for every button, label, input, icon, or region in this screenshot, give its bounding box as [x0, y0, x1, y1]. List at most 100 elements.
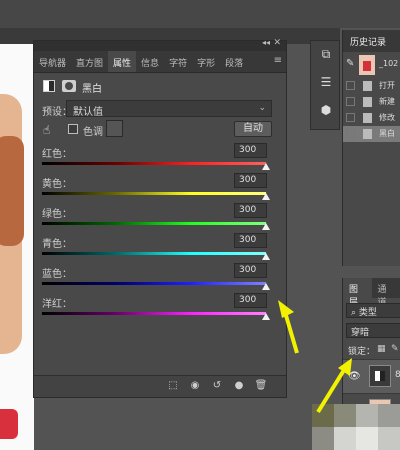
slider-track[interactable]	[42, 222, 266, 225]
layers-tab-0[interactable]: 图层	[343, 278, 372, 308]
history-tab[interactable]: 历史记录	[343, 30, 400, 52]
slider-thumb[interactable]	[262, 253, 270, 260]
photo-swimsuit	[0, 409, 18, 439]
slider-label: 绿色：	[42, 209, 72, 220]
history-panel: 历史记录 ✎ _102 打开新建修改黑白	[342, 30, 400, 266]
visibility-eye-icon[interactable]: ●	[232, 380, 246, 393]
layer-filter-value: 类型	[358, 308, 377, 318]
slider-value-input[interactable]: 300	[234, 143, 267, 158]
slider-thumb[interactable]	[262, 193, 270, 200]
collapse-icon[interactable]: ◂◂	[262, 38, 270, 47]
adjustment-title: 黑白	[82, 84, 102, 95]
view-previous-state-icon[interactable]: ◉	[188, 380, 202, 393]
clip-to-layer-icon[interactable]: ⬚	[166, 380, 180, 393]
blend-mode-row: 穿暗	[343, 321, 400, 341]
document-canvas[interactable]	[0, 44, 34, 450]
close-icon[interactable]: ✕	[273, 38, 281, 48]
slider-thumb[interactable]	[262, 223, 270, 230]
eye-icon[interactable]: 👁	[348, 371, 361, 382]
history-item[interactable]: 打开	[343, 78, 400, 94]
targeted-adjustment-hand-icon[interactable]: ☝	[43, 123, 50, 137]
history-item-label: 黑白	[379, 129, 395, 138]
slider-row: 蓝色： 300	[34, 263, 286, 293]
tint-checkbox[interactable]	[68, 124, 78, 134]
history-panel-icon[interactable]: ⧉	[318, 47, 334, 63]
panel-menu-icon[interactable]: ≡	[270, 51, 286, 72]
slider-row: 绿色： 300	[34, 203, 286, 233]
preset-row: 预设： 默认值 ⌄	[34, 99, 286, 119]
tab-5[interactable]: 字形	[192, 51, 220, 72]
history-item[interactable]: 黑白	[343, 126, 400, 142]
snapshot-thumbnail	[359, 55, 375, 75]
delete-trash-icon[interactable]: 🗑	[254, 380, 268, 393]
history-source-checkbox[interactable]	[346, 97, 355, 106]
history-item-label: 打开	[379, 81, 395, 90]
slider-track[interactable]	[42, 312, 266, 315]
3d-cube-icon[interactable]: ⬢	[318, 103, 334, 119]
slider-value-input[interactable]: 300	[234, 173, 267, 188]
layer-filter-row: ⌕ 类型	[343, 301, 400, 321]
slider-thumb[interactable]	[262, 163, 270, 170]
chevron-down-icon: ⌄	[258, 103, 266, 113]
slider-thumb[interactable]	[262, 283, 270, 290]
history-item-label: 新建	[379, 97, 395, 106]
slider-track[interactable]	[42, 282, 266, 285]
photo-hair	[0, 136, 24, 246]
history-source-checkbox[interactable]	[346, 81, 355, 90]
history-source-checkbox[interactable]	[346, 129, 355, 138]
history-step-icon	[363, 97, 372, 107]
history-snapshot[interactable]: ✎ _102	[343, 52, 400, 78]
slider-value-input[interactable]: 300	[234, 203, 267, 218]
slider-label: 黄色：	[42, 179, 72, 190]
slider-label: 洋红：	[42, 299, 72, 310]
layer-name: 8	[395, 370, 400, 380]
slider-value-input[interactable]: 300	[234, 293, 267, 308]
slider-label: 蓝色：	[42, 269, 72, 280]
layer-row[interactable]: 👁 8	[343, 359, 400, 393]
layer-mask-icon[interactable]	[62, 80, 76, 92]
history-brush-icon: ✎	[346, 58, 355, 69]
properties-panel-icon[interactable]: ☰	[318, 75, 334, 91]
panel-footer: ⬚ ◉ ↺ ● 🗑	[34, 375, 286, 397]
tab-0[interactable]: 导航器	[34, 51, 71, 72]
lock-transparent-pixels-icon[interactable]: ▦	[377, 344, 386, 354]
history-item[interactable]: 修改	[343, 110, 400, 126]
tab-4[interactable]: 字符	[164, 51, 192, 72]
layers-tab-1[interactable]: 通道	[372, 278, 400, 308]
panel-header: ◂◂ ✕	[34, 38, 286, 51]
preset-value: 默认值	[73, 107, 103, 118]
properties-panel: ◂◂ ✕ 导航器 直方图 属性 信息 字符 字形 段落 ≡ 黑白 预设： 默认值 ⌄ ☝ 色调…	[33, 38, 287, 398]
tab-6[interactable]: 段落	[220, 51, 248, 72]
layer-filter-dropdown[interactable]: ⌕ 类型	[346, 303, 400, 318]
tint-row: ☝ 色调 自动	[34, 119, 286, 143]
tint-color-swatch[interactable]	[106, 120, 123, 137]
blend-mode-dropdown[interactable]: 穿暗	[346, 323, 400, 338]
slider-thumb[interactable]	[262, 313, 270, 320]
slider-row: 青色： 300	[34, 233, 286, 263]
auto-button[interactable]: 自动	[234, 121, 272, 137]
preset-dropdown[interactable]: 默认值 ⌄	[66, 100, 272, 118]
slider-row: 黄色： 300	[34, 173, 286, 203]
panel-dock-icons: ⧉ ☰ ⬢	[310, 40, 340, 130]
tab-2[interactable]: 属性	[108, 51, 137, 72]
history-source-checkbox[interactable]	[346, 113, 355, 122]
slider-track[interactable]	[42, 252, 266, 255]
slider-list: 红色： 300 黄色： 300 绿色： 300 青色： 300 蓝色： 300 洋红： 300	[34, 143, 286, 323]
tab-3[interactable]: 信息	[136, 51, 164, 72]
options-bar	[0, 0, 400, 28]
slider-track[interactable]	[42, 192, 266, 195]
history-item[interactable]: 新建	[343, 94, 400, 110]
adjustment-header: 黑白	[34, 73, 286, 99]
lock-brush-icon[interactable]: ✎	[391, 344, 399, 354]
slider-value-input[interactable]: 300	[234, 233, 267, 248]
layers-tabbar: 图层通道	[343, 278, 400, 308]
history-list: 打开新建修改黑白	[343, 78, 400, 142]
slider-value-input[interactable]: 300	[234, 263, 267, 278]
slider-track[interactable]	[42, 162, 266, 165]
tint-label: 色调	[83, 127, 103, 138]
history-step-icon	[363, 81, 372, 91]
reset-icon[interactable]: ↺	[210, 380, 224, 393]
slider-label: 青色：	[42, 239, 72, 250]
lock-label: 锁定：	[348, 347, 376, 357]
tab-1[interactable]: 直方图	[71, 51, 108, 72]
